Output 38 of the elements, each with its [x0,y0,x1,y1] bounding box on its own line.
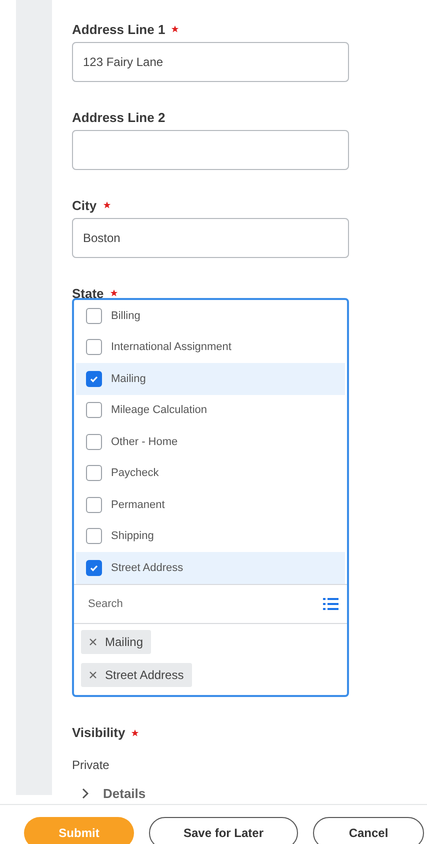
field-label: Visibility [72,725,126,740]
section-title[interactable]: Details [103,786,146,800]
dropdown-option[interactable]: Mileage Calculation [76,394,345,426]
input-field[interactable]: 123 Fairy Lane [72,42,349,82]
action-button[interactable]: Cancel [313,817,424,844]
dropdown-option[interactable]: Mailing [76,363,345,394]
field-value: Private [72,758,110,772]
list-icon[interactable] [323,596,339,610]
checkbox[interactable] [86,434,102,450]
dropdown-option[interactable]: Shipping [76,520,345,552]
dropdown-option[interactable]: International Assignment [76,332,345,363]
checkbox[interactable] [86,402,102,418]
checkbox[interactable] [86,308,102,324]
dropdown-option[interactable]: Permanent [76,489,345,520]
selected-tag[interactable]: Mailing [81,630,152,654]
remove-icon[interactable] [89,670,97,678]
field-label: City [72,198,97,212]
input-field[interactable] [72,130,349,170]
checkbox[interactable] [86,528,102,544]
field-label: Address Line 1 [72,22,166,36]
checkbox[interactable] [86,370,102,387]
checkbox[interactable] [86,339,102,356]
checkbox[interactable] [86,496,102,513]
checkbox[interactable] [86,465,102,482]
dropdown-option[interactable]: Other - Home [76,426,345,458]
check-icon [89,562,99,573]
chevron-icon[interactable] [82,788,89,798]
dropdown-option[interactable]: Street Address [76,552,345,584]
action-button[interactable]: Save for Later [149,817,298,844]
remove-icon[interactable] [89,638,97,646]
field-label: Address Line 2 [72,110,166,124]
dropdown-option[interactable]: Paycheck [76,458,345,489]
dropdown-option[interactable]: Billing [76,300,345,332]
input-field[interactable]: Boston [72,218,349,258]
checkbox[interactable] [86,560,102,576]
field-label: State [72,286,104,300]
selected-tag[interactable]: Street Address [81,662,192,686]
check-icon [89,374,99,384]
